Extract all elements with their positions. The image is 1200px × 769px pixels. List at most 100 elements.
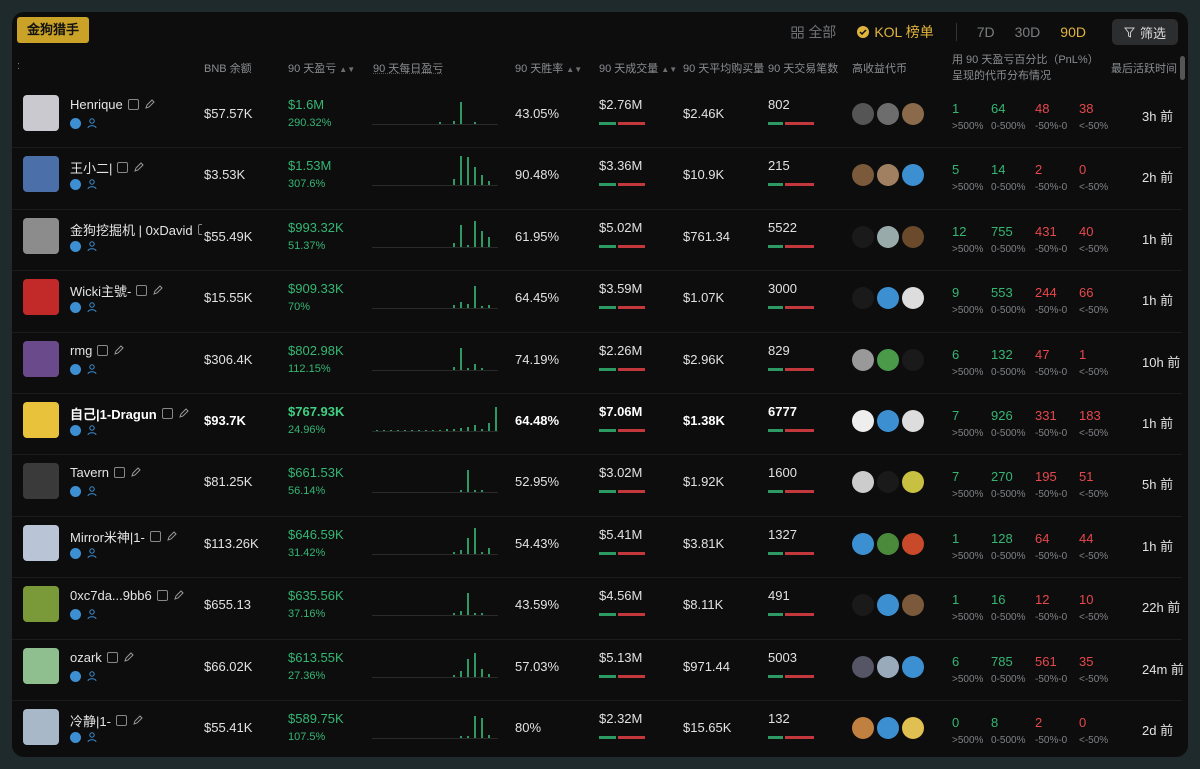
token-avatar[interactable] bbox=[877, 164, 899, 187]
trader-name[interactable]: 自己|1-Dragun bbox=[70, 404, 189, 423]
avatar[interactable] bbox=[23, 463, 59, 500]
token-avatar[interactable] bbox=[877, 594, 899, 617]
token-avatar[interactable] bbox=[902, 103, 924, 125]
token-avatar[interactable] bbox=[877, 287, 899, 310]
trader-name[interactable]: 冷静|1- bbox=[70, 711, 143, 730]
token-avatar[interactable] bbox=[852, 532, 874, 555]
token-avatar[interactable] bbox=[902, 471, 924, 494]
edit-icon[interactable] bbox=[123, 651, 134, 663]
avatar[interactable] bbox=[23, 709, 59, 745]
token-avatar[interactable] bbox=[852, 655, 874, 678]
token-avatar[interactable] bbox=[852, 410, 874, 432]
table-row[interactable]: Henrique $57.57K $1.6M 290.32% 43.05% $2… bbox=[12, 87, 1182, 149]
trader-name[interactable]: ozark bbox=[70, 650, 134, 665]
avatar[interactable] bbox=[23, 402, 59, 438]
token-avatar[interactable] bbox=[852, 225, 874, 248]
edit-icon[interactable] bbox=[133, 162, 145, 173]
timeframe-30d[interactable]: 30D bbox=[1015, 24, 1041, 40]
avatar[interactable] bbox=[23, 95, 59, 131]
header-winrate[interactable]: 90 天胜率 ▲▼ bbox=[515, 60, 582, 76]
table-row[interactable]: rmg $306.4K $802.98K 112.15% 74.19% $2.2… bbox=[12, 333, 1182, 394]
spark-bar bbox=[474, 716, 476, 738]
trader-name[interactable]: 0xc7da...9bb6 bbox=[70, 588, 184, 603]
token-avatar[interactable] bbox=[852, 717, 874, 739]
token-avatar[interactable] bbox=[902, 717, 924, 739]
copy-icon[interactable] bbox=[149, 530, 161, 542]
table-row[interactable]: Wicki主號- $15.55K $909.33K 70% 64.45% $3.… bbox=[12, 271, 1182, 333]
edit-icon[interactable] bbox=[173, 590, 184, 601]
edit-icon[interactable] bbox=[178, 408, 189, 419]
timeframe-90d[interactable]: 90D bbox=[1060, 24, 1086, 40]
token-avatar[interactable] bbox=[902, 594, 924, 617]
avatar[interactable] bbox=[23, 217, 59, 254]
copy-icon[interactable] bbox=[115, 715, 127, 726]
copy-icon[interactable] bbox=[136, 285, 148, 297]
edit-icon[interactable] bbox=[144, 99, 155, 110]
trader-name[interactable]: Mirror米神|1- bbox=[70, 527, 177, 546]
token-avatar[interactable] bbox=[852, 471, 874, 494]
token-avatar[interactable] bbox=[902, 287, 924, 310]
token-avatar[interactable] bbox=[877, 532, 899, 555]
token-avatar[interactable] bbox=[877, 225, 899, 248]
token-avatar[interactable] bbox=[852, 103, 874, 125]
vertical-scrollbar[interactable] bbox=[1180, 56, 1185, 80]
token-avatar[interactable] bbox=[877, 410, 899, 432]
token-avatar[interactable] bbox=[877, 103, 899, 125]
table-row[interactable]: ozark $66.02K $613.55K 27.36% 57.03% $5.… bbox=[12, 640, 1184, 701]
avatar[interactable] bbox=[23, 156, 59, 193]
token-avatar[interactable] bbox=[852, 348, 874, 371]
edit-icon[interactable] bbox=[152, 285, 164, 296]
copy-icon[interactable] bbox=[106, 651, 118, 663]
copy-icon[interactable] bbox=[127, 99, 139, 110]
avatar[interactable] bbox=[23, 586, 59, 623]
avatar[interactable] bbox=[23, 340, 59, 377]
edit-icon[interactable] bbox=[113, 344, 125, 356]
token-avatar[interactable] bbox=[852, 594, 874, 617]
token-avatar[interactable] bbox=[852, 287, 874, 310]
edit-icon[interactable] bbox=[166, 531, 177, 542]
timeframe-7d[interactable]: 7D bbox=[977, 24, 995, 40]
token-avatar[interactable] bbox=[902, 532, 924, 555]
header-pnl[interactable]: 90 天盈亏 ▲▼ bbox=[288, 60, 355, 76]
edit-icon[interactable] bbox=[132, 715, 143, 726]
table-row[interactable]: 金狗挖掘机 | 0xDavid $55.49K $993.32K 51.37% … bbox=[12, 210, 1182, 272]
table-row[interactable]: 冷静|1- $55.41K $589.75K 107.5% 80% $2.32M… bbox=[12, 701, 1182, 757]
tab-all[interactable]: 全部 bbox=[791, 22, 836, 42]
trader-name[interactable]: Wicki主號- bbox=[70, 281, 164, 300]
avatar[interactable] bbox=[23, 524, 59, 561]
avatar[interactable] bbox=[23, 279, 59, 316]
copy-icon[interactable] bbox=[97, 344, 109, 356]
copy-icon[interactable] bbox=[161, 408, 173, 419]
token-avatar[interactable] bbox=[877, 717, 899, 739]
token-avatar[interactable] bbox=[902, 655, 924, 678]
avatar[interactable] bbox=[23, 647, 59, 684]
table-row[interactable]: 自己|1-Dragun $93.7K $767.93K 24.96% 64.48… bbox=[12, 394, 1182, 456]
table-row[interactable]: Tavern $81.25K $661.53K 56.14% 52.95% $3… bbox=[12, 455, 1182, 517]
filter-button[interactable]: 筛选 bbox=[1111, 19, 1178, 45]
token-avatar[interactable] bbox=[902, 225, 924, 248]
token-avatar[interactable] bbox=[902, 410, 924, 432]
tab-kol[interactable]: KOL 榜单 bbox=[856, 22, 934, 42]
token-avatar[interactable] bbox=[902, 164, 924, 187]
token-avatar[interactable] bbox=[902, 348, 924, 371]
trader-name[interactable]: 金狗挖掘机 | 0xDavid bbox=[70, 220, 202, 239]
copy-icon[interactable] bbox=[156, 590, 168, 602]
token-avatar[interactable] bbox=[877, 655, 899, 678]
dist-label: -50%-0 bbox=[1035, 612, 1068, 624]
token-avatar[interactable] bbox=[877, 348, 899, 371]
token-avatar[interactable] bbox=[877, 471, 899, 494]
edit-icon[interactable] bbox=[130, 467, 141, 478]
copy-icon[interactable] bbox=[117, 162, 129, 174]
copy-icon[interactable] bbox=[197, 223, 202, 235]
table-row[interactable]: 0xc7da...9bb6 $655.13 $635.56K 37.16% 43… bbox=[12, 578, 1182, 640]
brand-badge[interactable]: 金狗猎手 bbox=[17, 17, 90, 43]
table-row[interactable]: 王小二| $3.53K $1.53M 307.6% 90.48% $3.36M … bbox=[12, 148, 1182, 210]
trader-name[interactable]: Henrique bbox=[70, 97, 155, 112]
copy-icon[interactable] bbox=[114, 467, 126, 479]
table-row[interactable]: Mirror米神|1- $113.26K $646.59K 31.42% 54.… bbox=[12, 517, 1182, 579]
trader-name[interactable]: rmg bbox=[70, 343, 125, 358]
token-avatar[interactable] bbox=[852, 164, 874, 187]
trader-name[interactable]: 王小二| bbox=[70, 158, 145, 177]
header-volume[interactable]: 90 天成交量 ▲▼ bbox=[599, 60, 677, 76]
trader-name[interactable]: Tavern bbox=[70, 465, 141, 480]
